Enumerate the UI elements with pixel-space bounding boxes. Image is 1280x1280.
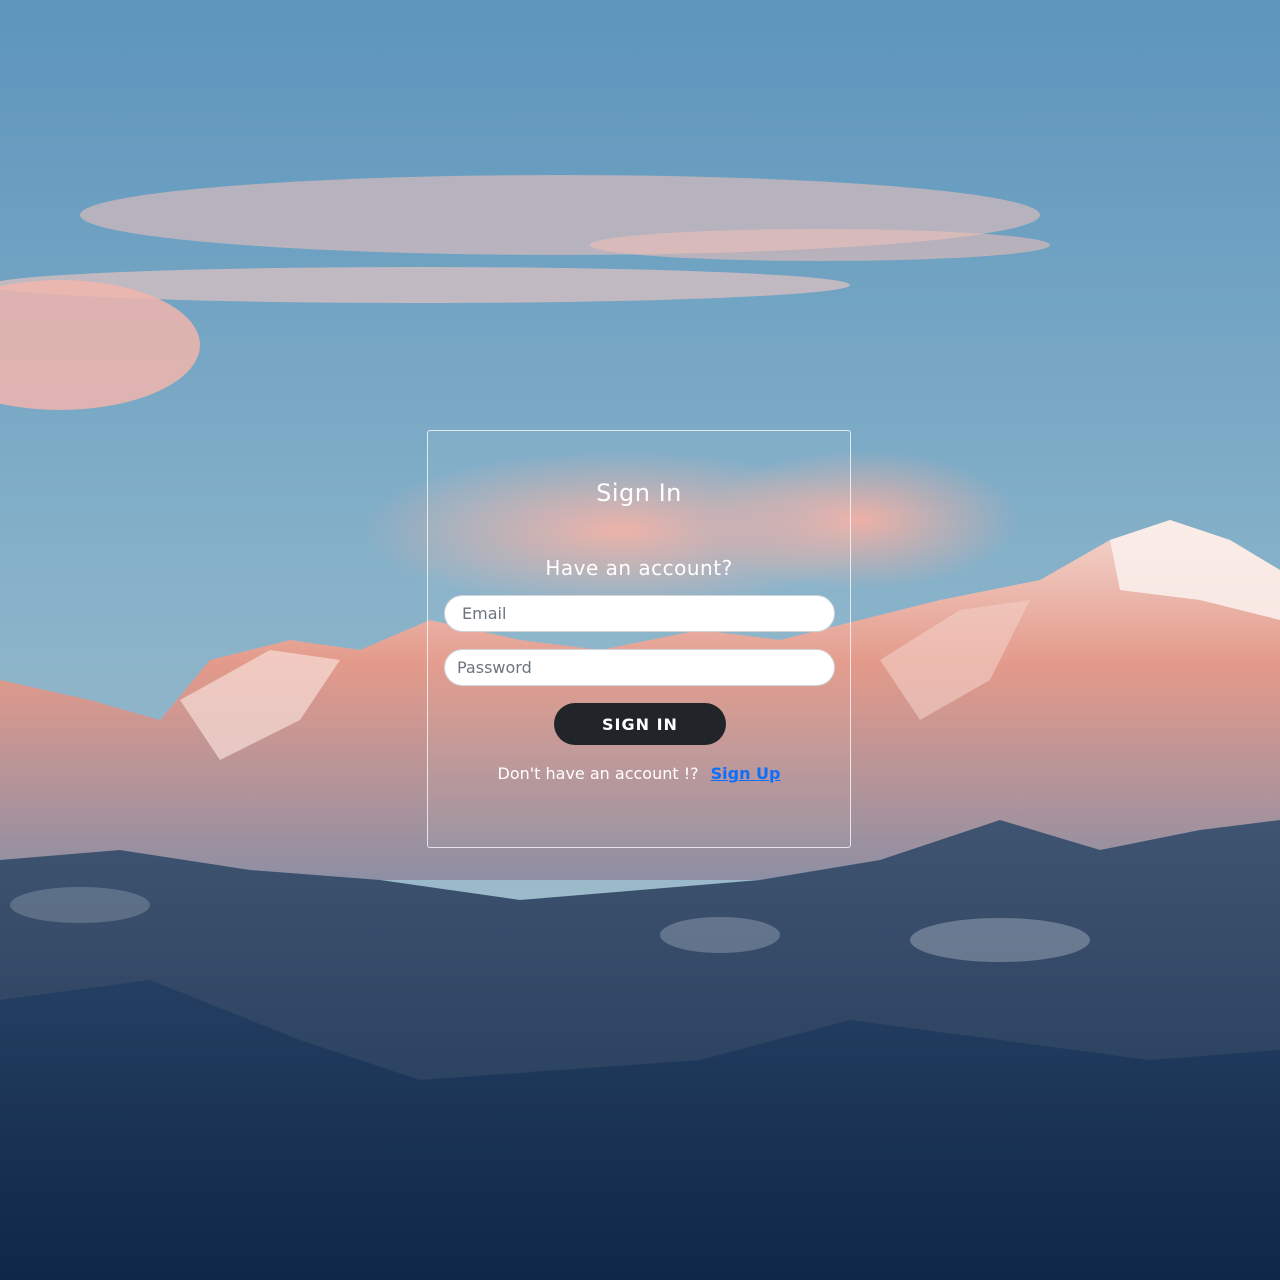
- page-title: Sign In: [596, 479, 682, 507]
- sign-up-link[interactable]: Sign Up: [711, 764, 781, 783]
- sign-in-button[interactable]: SIGN IN: [554, 703, 726, 745]
- sign-in-card: Sign In Have an account? SIGN IN Don't h…: [427, 430, 851, 848]
- signup-prompt: Don't have an account !?: [497, 764, 699, 783]
- form-subtitle: Have an account?: [545, 556, 733, 580]
- signup-row: Don't have an account !? Sign Up: [428, 764, 850, 783]
- password-field[interactable]: [444, 649, 835, 686]
- background-scene: Sign In Have an account? SIGN IN Don't h…: [0, 0, 1280, 1280]
- email-field[interactable]: [444, 595, 835, 632]
